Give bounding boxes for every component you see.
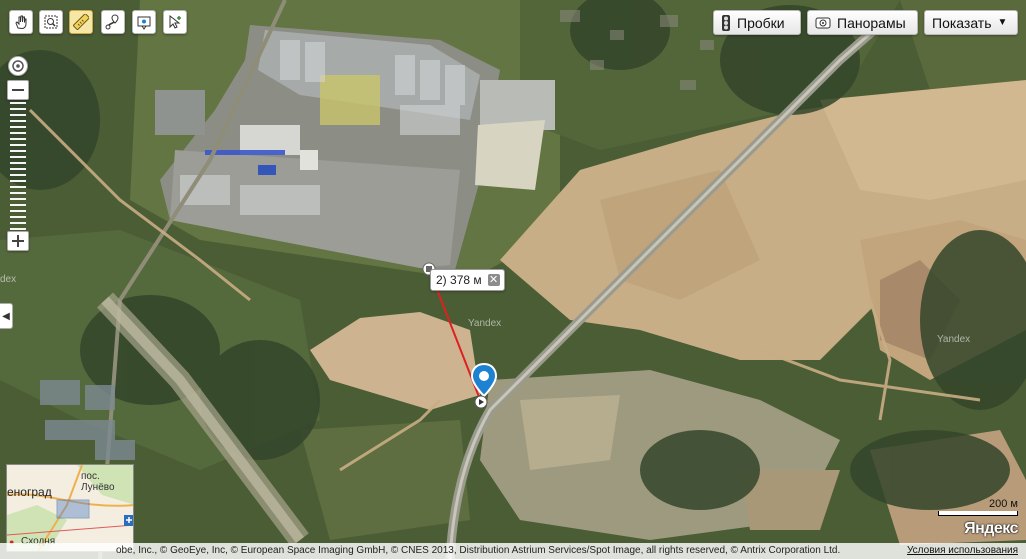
- traffic-label: Пробки: [737, 14, 785, 31]
- panoramas-button[interactable]: Панорамы: [807, 10, 918, 35]
- cursor-tool-button[interactable]: [163, 10, 187, 34]
- scale-line: [938, 511, 1018, 516]
- watermark: dex: [0, 274, 17, 285]
- chevron-down-icon: ▼: [997, 17, 1008, 28]
- watermark: Yandex: [468, 318, 502, 329]
- hand-icon: [15, 15, 27, 30]
- yandex-logo: Яндекс: [964, 520, 1018, 537]
- measure-distance: 378 м: [450, 273, 482, 287]
- zoom-center-button[interactable]: [8, 56, 28, 76]
- magnifier-icon: [44, 15, 58, 29]
- plus-icon: [12, 235, 24, 247]
- zoom-in-button[interactable]: [7, 231, 29, 251]
- minimap-village-label: пос.: [81, 471, 100, 482]
- target-icon: [12, 60, 24, 72]
- placemark-icon: [137, 16, 151, 30]
- measure-distance-label: 2) 378 м ✕: [430, 269, 505, 291]
- zoom-out-button[interactable]: [7, 80, 29, 100]
- panoramas-label: Панорамы: [837, 14, 906, 31]
- traffic-light-icon: [721, 14, 731, 31]
- overview-minimap[interactable]: еноград пос. Лунёво Сходня ●: [6, 464, 134, 552]
- minimap-village-label: Лунёво: [81, 482, 115, 493]
- traffic-button[interactable]: Пробки: [713, 10, 801, 35]
- minimap-city-label: еноград: [7, 485, 52, 499]
- remove-point-button[interactable]: ✕: [487, 274, 500, 286]
- scale-label: 200 м: [989, 498, 1018, 510]
- hand-tool-button[interactable]: [9, 10, 33, 34]
- ruler-icon: [73, 14, 89, 30]
- satellite-map[interactable]: [0, 0, 1026, 559]
- cursor-icon: [169, 14, 181, 29]
- measure-point-number: 2): [436, 273, 447, 287]
- watermark: Yandex: [937, 334, 971, 345]
- minus-icon: [12, 89, 24, 91]
- ruler-tool-button[interactable]: [69, 10, 93, 34]
- zoom-slider[interactable]: [10, 102, 26, 230]
- route-tool-button[interactable]: [101, 10, 125, 34]
- terms-of-use-link[interactable]: Условия использования: [907, 543, 1018, 559]
- copyright-text: obe, Inc., © GeoEye, Inc, © European Spa…: [116, 545, 841, 556]
- placemark-tool-button[interactable]: [132, 10, 156, 34]
- panorama-icon: [815, 15, 831, 31]
- show-layers-dropdown[interactable]: Показать ▼: [924, 10, 1018, 35]
- chevron-left-icon: ◀: [2, 310, 10, 322]
- show-label: Показать: [932, 14, 992, 31]
- route-icon: [105, 14, 119, 30]
- magnifier-tool-button[interactable]: [39, 10, 63, 34]
- placemark-icon[interactable]: [470, 362, 498, 412]
- scale-bar: 200 м: [938, 498, 1018, 516]
- side-panel-toggle[interactable]: ◀: [0, 303, 13, 329]
- copyright-bar: obe, Inc., © GeoEye, Inc, © European Spa…: [0, 543, 1026, 559]
